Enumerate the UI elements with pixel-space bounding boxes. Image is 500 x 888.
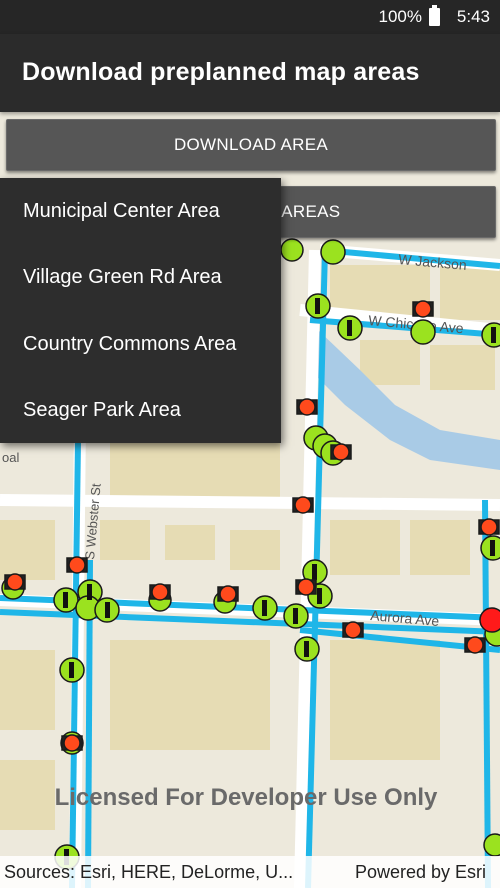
app-bar: Download preplanned map areas [0, 34, 500, 112]
page-title: Download preplanned map areas [22, 58, 420, 86]
powered-by-esri: Powered by Esri [354, 862, 486, 882]
dropdown-item-village-green[interactable]: Village Green Rd Area [0, 244, 281, 310]
dropdown-item-municipal-center[interactable]: Municipal Center Area [0, 178, 281, 244]
dropdown-item-country-commons[interactable]: Country Commons Area [0, 311, 281, 377]
dropdown-item-seager-park[interactable]: Seager Park Area [0, 377, 281, 443]
attribution-sources[interactable]: Sources: Esri, HERE, DeLorme, U... [4, 862, 293, 883]
clock-time: 5:43 [456, 7, 490, 26]
status-bar: 100% 5:43 [0, 0, 500, 34]
battery-icon [429, 5, 440, 26]
download-area-button[interactable]: DOWNLOAD AREA [6, 119, 496, 171]
preplanned-area-dropdown[interactable]: Municipal Center Area Village Green Rd A… [0, 178, 281, 443]
street-label-partial: oal [2, 450, 19, 465]
license-watermark: Licensed For Developer Use Only [54, 784, 438, 811]
map-attribution-bar: Sources: Esri, HERE, DeLorme, U... Power… [0, 856, 500, 888]
battery-percentage: 100% [378, 7, 422, 26]
